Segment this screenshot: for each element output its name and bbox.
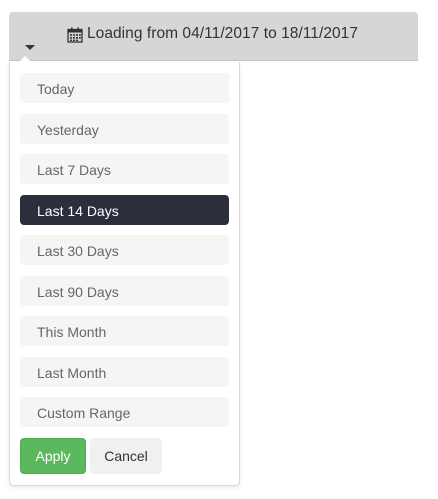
caret-down-icon [25,45,35,50]
range-option-last-30-days[interactable]: Last 30 Days [20,235,229,265]
apply-button[interactable]: Apply [20,438,86,474]
range-list: Today Yesterday Last 7 Days Last 14 Days… [20,73,229,438]
range-option-last-month[interactable]: Last Month [20,356,229,387]
range-option-this-month[interactable]: This Month [20,316,229,346]
date-range-dropdown: Today Yesterday Last 7 Days Last 14 Days… [9,56,240,486]
date-range-toggle[interactable]: Loading from 04/11/2017 to 18/11/2017 [9,12,418,61]
cancel-button[interactable]: Cancel [90,438,162,474]
range-option-custom-range[interactable]: Custom Range [20,397,229,427]
date-range-label: Loading from 04/11/2017 to 18/11/2017 [87,25,359,42]
calendar-icon [67,27,83,43]
range-option-last-14-days[interactable]: Last 14 Days [20,194,229,225]
range-option-last-90-days[interactable]: Last 90 Days [20,275,229,306]
range-option-yesterday[interactable]: Yesterday [20,113,229,144]
range-option-last-7-days[interactable]: Last 7 Days [20,154,229,184]
range-option-today[interactable]: Today [20,73,229,103]
